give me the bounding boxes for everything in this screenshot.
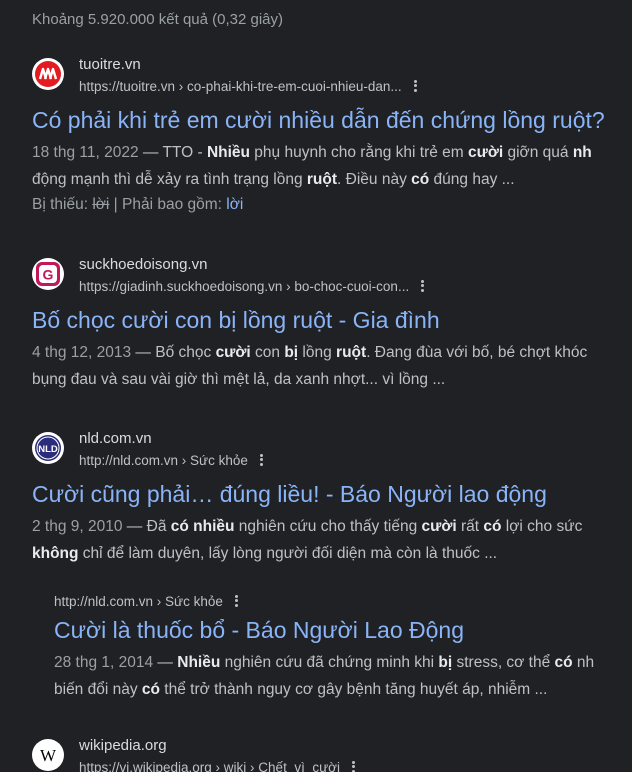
missing-word: lời <box>92 196 110 213</box>
result-snippet: 4 thg 12, 2013 — Bố chọc cười con bị lồn… <box>32 344 588 388</box>
search-result: W wikipedia.org https://vi.wikipedia.org… <box>32 737 632 772</box>
must-include-link[interactable]: lời <box>226 196 243 213</box>
site-name: suckhoedoisong.vn <box>79 256 208 273</box>
more-options-icon[interactable] <box>413 78 418 94</box>
result-url: http://nld.com.vn › Sức khỏe <box>79 453 264 469</box>
svg-text:W: W <box>40 746 57 765</box>
result-url: https://giadinh.suckhoedoisong.vn › bo-c… <box>79 279 425 295</box>
suckhoe-logo-icon: G <box>32 258 64 290</box>
nld-logo-icon: NLD <box>32 432 64 464</box>
result-source[interactable]: W wikipedia.org https://vi.wikipedia.org… <box>32 737 632 772</box>
result-source[interactable]: G suckhoedoisong.vn https://giadinh.suck… <box>32 256 632 302</box>
search-result: tuoitre.vn https://tuoitre.vn › co-phai-… <box>32 56 632 217</box>
search-result: G suckhoedoisong.vn https://giadinh.suck… <box>32 256 632 393</box>
result-date: 4 thg 12, 2013 <box>32 344 132 361</box>
result-title-link[interactable]: Bố chọc cười con bị lồng ruột - Gia đình <box>32 306 632 334</box>
more-options-icon[interactable] <box>421 278 425 294</box>
search-results-page: Khoảng 5.920.000 kết quả (0,32 giây) tuo… <box>0 0 632 772</box>
result-source[interactable]: NLD nld.com.vn http://nld.com.vn › Sức k… <box>32 430 632 476</box>
result-date: 2 thg 9, 2010 <box>32 518 123 535</box>
search-result: NLD nld.com.vn http://nld.com.vn › Sức k… <box>32 430 632 567</box>
result-title-link[interactable]: Có phải khi trẻ em cười nhiều dẫn đến ch… <box>32 106 632 134</box>
result-date: 18 thg 11, 2022 <box>32 144 139 161</box>
result-snippet: 28 thg 1, 2014 — Nhiều nghiên cứu đã chứ… <box>54 654 595 699</box>
result-url: https://vi.wikipedia.org › wiki › Chết_v… <box>79 760 356 772</box>
wikipedia-logo-icon: W <box>32 739 64 771</box>
svg-text:NLD: NLD <box>38 444 58 455</box>
more-options-icon[interactable] <box>234 593 239 609</box>
more-options-icon[interactable] <box>259 452 264 468</box>
missing-terms: Bị thiếu: lời | Phải bao gồm: lời <box>32 196 244 213</box>
tuoitre-logo-icon <box>32 58 64 90</box>
result-snippet: 2 thg 9, 2010 — Đã có nhiều nghiên cứu c… <box>32 518 583 562</box>
result-stats: Khoảng 5.920.000 kết quả (0,32 giây) <box>32 11 284 28</box>
result-source[interactable]: tuoitre.vn https://tuoitre.vn › co-phai-… <box>32 56 632 102</box>
result-url-text: http://nld.com.vn › Sức khỏe <box>54 594 223 609</box>
site-name: tuoitre.vn <box>79 56 141 73</box>
more-options-icon[interactable] <box>351 759 356 772</box>
result-title-link[interactable]: Cười cũng phải… đúng liều! - Báo Người l… <box>32 480 632 508</box>
result-date: 28 thg 1, 2014 <box>54 654 154 672</box>
result-url: https://tuoitre.vn › co-phai-khi-tre-em-… <box>79 79 418 95</box>
site-name: wikipedia.org <box>79 737 167 754</box>
result-title-link[interactable]: Cười là thuốc bổ - Báo Người Lao Động <box>54 616 632 644</box>
result-url-text: http://nld.com.vn › Sức khỏe <box>79 453 248 468</box>
result-url-text: https://vi.wikipedia.org › wiki › Chết_v… <box>79 760 340 772</box>
site-name: nld.com.vn <box>79 430 152 447</box>
result-url-text: https://giadinh.suckhoedoisong.vn › bo-c… <box>79 279 410 294</box>
svg-text:G: G <box>43 267 54 283</box>
result-snippet: 18 thg 11, 2022 — TTO - Nhiều phụ huynh … <box>32 144 592 188</box>
result-url: http://nld.com.vn › Sức khỏe <box>54 594 632 610</box>
result-url-text: https://tuoitre.vn › co-phai-khi-tre-em-… <box>79 79 402 94</box>
search-result-sub: http://nld.com.vn › Sức khỏe Cười là thu… <box>54 592 632 703</box>
